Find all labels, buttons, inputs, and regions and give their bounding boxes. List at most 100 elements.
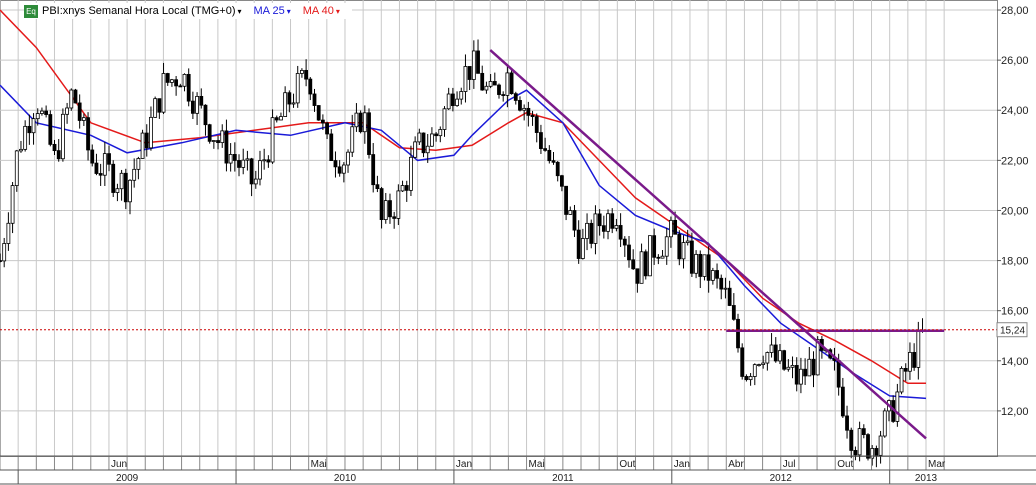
candle-body — [773, 344, 778, 362]
candle-body — [237, 160, 241, 168]
candle-body — [119, 172, 124, 190]
candle-body — [149, 116, 153, 149]
candle-body — [312, 93, 317, 106]
candle-body — [388, 200, 392, 218]
candle-body — [639, 251, 644, 284]
candle-body — [559, 175, 564, 187]
candle-body — [597, 213, 602, 227]
candle-body — [157, 98, 162, 113]
candle-body — [220, 130, 225, 144]
candle-body — [807, 358, 812, 377]
month-label: Mai — [311, 459, 327, 470]
candle-body — [287, 92, 292, 105]
candle-body — [710, 270, 715, 281]
candle-body — [65, 107, 69, 115]
candle-body — [467, 66, 472, 80]
candle-body — [723, 287, 728, 290]
candle-body — [882, 410, 887, 437]
candle-body — [698, 253, 703, 277]
dropdown-icon: ▾ — [237, 7, 242, 16]
candle-body — [392, 216, 397, 219]
ma40-selector[interactable]: MA 40 ▾ — [303, 5, 340, 17]
month-label: Jan — [674, 459, 690, 470]
candle-body — [396, 190, 401, 219]
candle-body — [379, 188, 384, 220]
candle-body — [815, 339, 820, 376]
candle-body — [40, 110, 44, 114]
candle-body — [48, 114, 53, 145]
candle-body — [60, 113, 65, 160]
candle-body — [14, 150, 19, 186]
year-label: 2011 — [552, 473, 574, 484]
candle-body — [0, 260, 2, 262]
candle-body — [606, 213, 610, 232]
candle-body — [23, 125, 28, 150]
candle-body — [123, 172, 128, 203]
candle-body — [10, 185, 15, 224]
candle-body — [488, 81, 493, 87]
candle-body — [861, 428, 866, 436]
candle-body — [249, 158, 254, 185]
ma25-selector[interactable]: MA 25 ▾ — [254, 5, 291, 17]
candle-body — [778, 350, 782, 362]
candle-body — [509, 72, 514, 95]
candle-body — [765, 352, 770, 364]
candle-body — [878, 435, 883, 456]
candle-body — [413, 141, 418, 158]
candle-body — [497, 84, 501, 95]
candle-body — [136, 158, 141, 170]
month-label: Mai — [529, 459, 545, 470]
y-tick-label: 18,00 — [1001, 256, 1029, 268]
candle-body — [836, 360, 841, 388]
candle-body — [258, 160, 262, 180]
candle-body — [715, 270, 719, 279]
candle-body — [430, 133, 434, 147]
candle-body — [874, 448, 879, 456]
y-tick-label: 26,00 — [1001, 55, 1029, 67]
month-label: Out — [837, 459, 853, 470]
candle-body — [669, 219, 673, 238]
candle-body — [308, 78, 313, 95]
candle-body — [811, 358, 816, 376]
candle-body — [320, 119, 325, 124]
candle-body — [161, 73, 166, 113]
candle-body — [673, 219, 678, 235]
candle-body — [19, 148, 23, 152]
candle-body — [350, 126, 355, 153]
candle-body — [463, 66, 468, 92]
candle-body — [274, 117, 279, 121]
symbol-selector[interactable]: PBI:xnys Semanal Hora Local (TMG+0) ▾ — [42, 5, 242, 17]
candle-body — [358, 112, 363, 133]
candle-body — [178, 85, 183, 88]
candle-body — [564, 185, 568, 215]
candle-body — [140, 132, 145, 159]
candle-body — [245, 158, 250, 161]
candle-body — [270, 117, 275, 163]
candle-body — [2, 243, 7, 262]
candle-body — [727, 287, 732, 306]
month-label: Jun — [111, 459, 127, 470]
candle-body — [916, 329, 921, 368]
candle-body — [98, 173, 103, 176]
candle-body — [471, 50, 476, 80]
candle-body — [757, 364, 761, 366]
candle-body — [513, 93, 518, 101]
candle-body — [857, 428, 862, 456]
candle-body — [170, 79, 174, 83]
candle-body — [555, 161, 560, 177]
y-tick-label: 22,00 — [1001, 155, 1029, 167]
candle-body — [748, 376, 753, 381]
candle-body — [853, 450, 858, 456]
candle-body — [677, 233, 682, 260]
candle-body — [186, 73, 191, 102]
candle-body — [702, 254, 707, 277]
candle-body — [86, 117, 90, 151]
candle-body — [459, 91, 464, 100]
candle-body — [480, 72, 485, 91]
candle-body — [56, 150, 61, 160]
candle-body — [664, 236, 669, 257]
candle-body — [585, 222, 589, 239]
candle-body — [740, 347, 745, 377]
candle-body — [283, 92, 288, 117]
y-tick-label: 20,00 — [1001, 205, 1029, 217]
